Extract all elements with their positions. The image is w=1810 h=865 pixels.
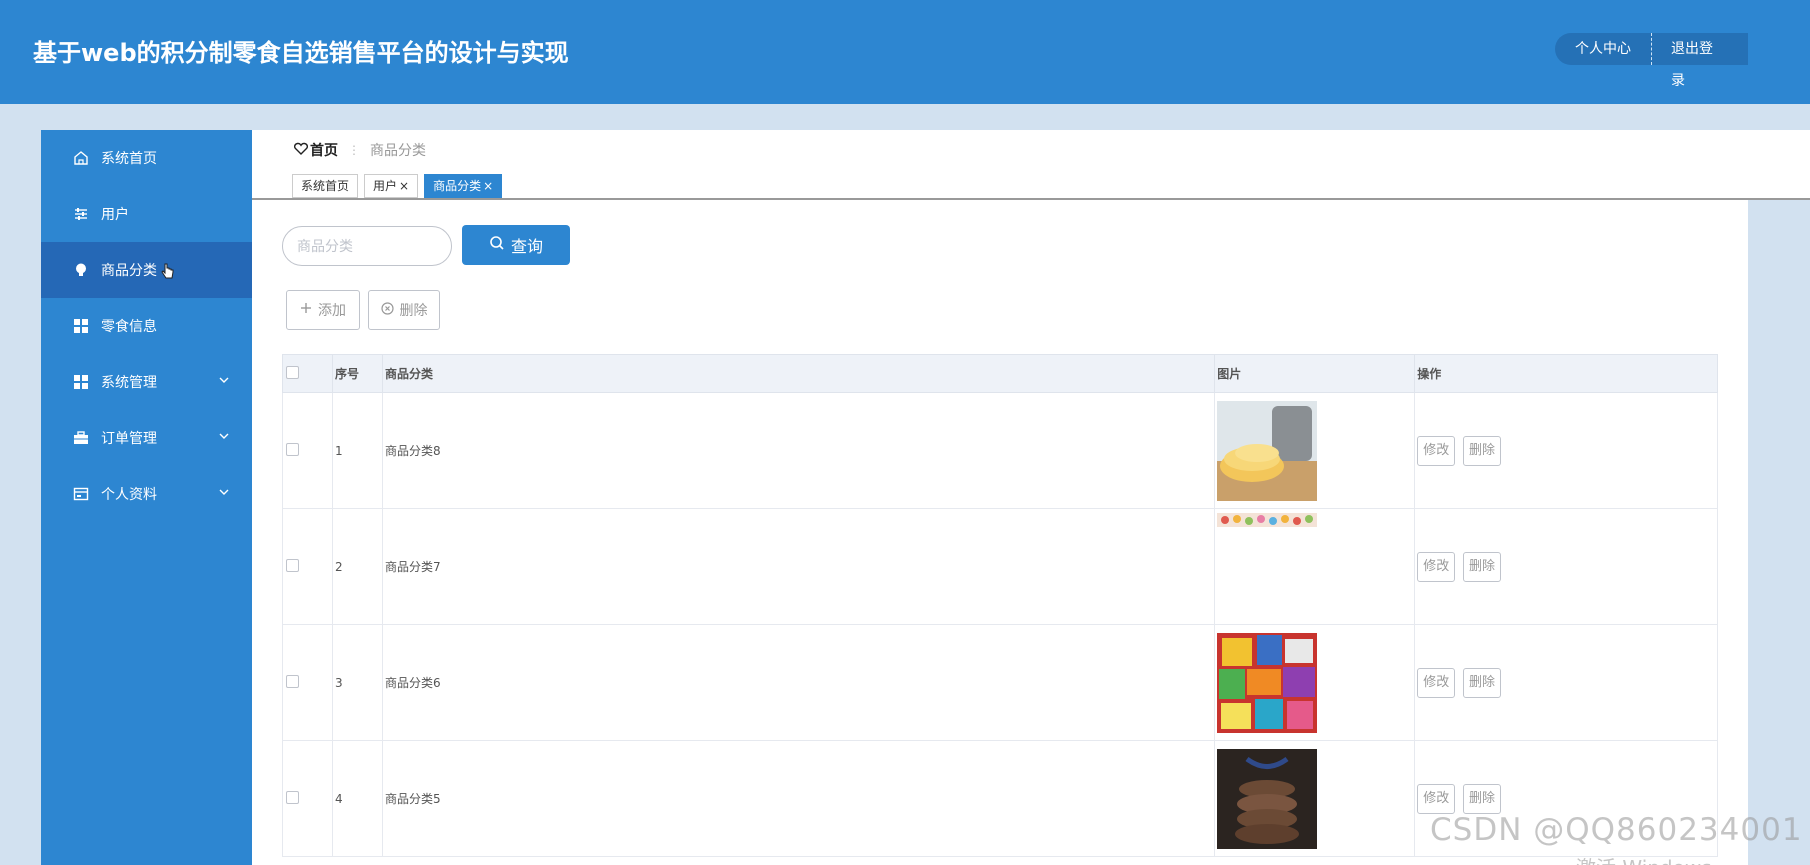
grid-icon	[73, 374, 89, 390]
tab-label: 商品分类	[433, 179, 482, 193]
edit-button[interactable]: 修改	[1417, 667, 1456, 698]
add-button-label: 添加	[318, 303, 346, 319]
row-index: 4	[331, 740, 383, 857]
row-category-name: 商品分类6	[381, 624, 1216, 741]
sidebar-item-category[interactable]: 商品分类	[41, 242, 252, 298]
cookies-photo	[1217, 748, 1318, 849]
home-icon	[73, 150, 89, 166]
add-button[interactable]: 添加	[286, 290, 360, 330]
sidebar-item-home[interactable]: 系统首页	[41, 130, 252, 186]
tab-users[interactable]: 用户 ×	[364, 174, 419, 198]
row-checkbox[interactable]	[286, 558, 299, 572]
candy-strip-photo	[1217, 513, 1318, 527]
sliders-icon	[73, 206, 89, 222]
sidebar-item-label: 商品分类	[101, 263, 157, 279]
row-checkbox[interactable]	[286, 442, 299, 456]
header-actions: 个人中心 退出登录	[1555, 33, 1748, 89]
sidebar-item-label: 订单管理	[101, 431, 157, 447]
breadcrumb: 首页 ⋮ 商品分类	[293, 140, 426, 160]
circle-x-icon	[380, 301, 394, 319]
edit-button[interactable]: 修改	[1417, 783, 1456, 814]
chevron-down-icon	[218, 486, 230, 498]
sidebar-item-snacks[interactable]: 零食信息	[41, 298, 252, 354]
sidebar-item-label: 个人资料	[101, 487, 157, 503]
sidebar-item-profile[interactable]: 个人资料	[41, 466, 252, 522]
breadcrumb-home-label: 首页	[310, 143, 338, 159]
briefcase-icon	[73, 430, 89, 446]
table-row: 2 商品分类7 修改 删除	[282, 508, 1718, 625]
close-icon[interactable]: ×	[399, 179, 409, 193]
tab-bar: 系统首页 用户 × 商品分类 ×	[292, 174, 503, 198]
table-row: 1 商品分类8 修改 删除	[282, 392, 1718, 509]
sidebar-item-label: 系统管理	[101, 375, 157, 391]
logout-button[interactable]: 退出登录	[1652, 33, 1748, 89]
row-checkbox[interactable]	[286, 790, 299, 804]
row-index: 1	[331, 392, 383, 509]
row-category-name: 商品分类5	[381, 740, 1216, 857]
breadcrumb-home[interactable]: 首页	[293, 140, 338, 160]
category-table: 序号 商品分类 图片 操作 1 商品分类8 修改 删除 2 商品分类7 修改 删…	[282, 354, 1718, 857]
sidebar-item-users[interactable]: 用户	[41, 186, 252, 242]
tab-category[interactable]: 商品分类 ×	[424, 174, 503, 198]
column-header: 序号	[331, 354, 383, 393]
sidebar-item-label: 零食信息	[101, 319, 157, 335]
search-button[interactable]: 查询	[462, 225, 570, 265]
delete-button[interactable]: 删除	[1463, 435, 1502, 466]
row-category-name: 商品分类8	[381, 392, 1216, 509]
batch-delete-label: 删除	[399, 303, 428, 319]
sidebar-item-label: 用户	[101, 207, 129, 223]
heart-icon	[293, 142, 309, 159]
select-all-checkbox[interactable]	[286, 365, 299, 379]
row-index: 2	[331, 508, 383, 625]
breadcrumb-current: 商品分类	[370, 143, 426, 159]
search-input[interactable]: 商品分类	[282, 226, 452, 266]
chips-photo	[1217, 400, 1318, 501]
chevron-down-icon	[218, 374, 230, 386]
tab-label: 用户	[373, 179, 398, 193]
profile-center-button[interactable]: 个人中心	[1555, 33, 1651, 65]
select-all-cell	[282, 354, 333, 393]
app-title: 基于web的积分制零食自选销售平台的设计与实现	[33, 39, 569, 67]
column-header: 图片	[1214, 354, 1416, 393]
plus-icon	[300, 302, 312, 318]
table-row: 3 商品分类6 修改 删除	[282, 624, 1718, 741]
row-category-name: 商品分类7	[381, 508, 1216, 625]
table-header-row: 序号 商品分类 图片 操作	[282, 354, 1718, 393]
sidebar-item-system[interactable]: 系统管理	[41, 354, 252, 410]
csdn-watermark: CSDN @QQ860234001	[1430, 812, 1803, 848]
main-panel: 商品分类 查询 添加 删除 序号 商品分类 图片 操作 1 商品分类8 修改 删…	[252, 200, 1748, 865]
column-header: 商品分类	[381, 354, 1216, 393]
batch-delete-button[interactable]: 删除	[368, 290, 440, 330]
windows-activation-watermark: 激活 Windows	[1576, 852, 1712, 865]
search-button-label: 查询	[510, 237, 543, 256]
sidebar-item-label: 系统首页	[101, 151, 157, 167]
close-icon[interactable]: ×	[483, 179, 493, 193]
top-header: 基于web的积分制零食自选销售平台的设计与实现 个人中心 退出登录	[0, 0, 1810, 104]
hand-cursor-icon	[161, 263, 175, 285]
snack-pile-photo	[1217, 632, 1318, 733]
chevron-down-icon	[218, 430, 230, 442]
column-header: 操作	[1414, 354, 1718, 393]
row-index: 3	[331, 624, 383, 741]
edit-button[interactable]: 修改	[1417, 435, 1456, 466]
breadcrumb-separator: ⋮	[348, 143, 360, 157]
tab-label: 系统首页	[301, 179, 350, 193]
grid-icon	[73, 318, 89, 334]
row-checkbox[interactable]	[286, 674, 299, 688]
search-icon	[489, 235, 505, 255]
sidebar-item-orders[interactable]: 订单管理	[41, 410, 252, 466]
edit-button[interactable]: 修改	[1417, 551, 1456, 582]
card-icon	[73, 486, 89, 502]
content-topbar: 首页 ⋮ 商品分类 系统首页 用户 × 商品分类 ×	[252, 130, 1810, 200]
delete-button[interactable]: 删除	[1463, 667, 1502, 698]
sidebar: 系统首页 用户 商品分类 零食信息 系统管理 订单管理 个人资料	[41, 130, 252, 865]
delete-button[interactable]: 删除	[1463, 783, 1502, 814]
delete-button[interactable]: 删除	[1463, 551, 1502, 582]
tab-home[interactable]: 系统首页	[292, 174, 359, 198]
bulb-icon	[73, 262, 89, 278]
